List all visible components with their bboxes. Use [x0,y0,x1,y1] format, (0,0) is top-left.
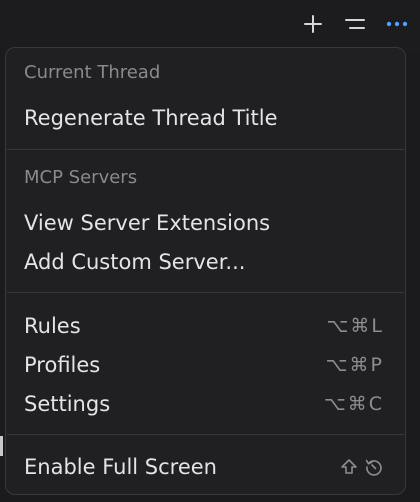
menu-item-label: View Server Extensions [24,211,271,235]
menu-item-label: Add Custom Server... [24,250,246,274]
text-cursor [0,436,3,456]
overflow-menu: Current Thread Regenerate Thread Title M… [5,47,406,495]
menu-divider [7,292,404,293]
plus-icon[interactable] [300,11,326,37]
shift-icon [341,459,357,474]
keyboard-shortcut: ⌥⌘P [325,354,384,376]
top-toolbar [0,0,420,52]
keyboard-shortcut: ⌥⌘L [326,315,384,337]
menu-divider [7,434,404,435]
restore-icon [365,459,382,476]
menu-item-label: Profiles [24,353,101,377]
keyboard-shortcut: ⌥⌘C [323,393,384,415]
more-horizontal-icon[interactable] [384,11,410,37]
menu-item-label: Enable Full Screen [24,455,217,479]
menu-item-label: Rules [24,314,81,338]
menu-item-add-custom-server[interactable]: Add Custom Server... [7,244,404,280]
list-icon[interactable] [342,11,368,37]
menu-item-enable-full-screen[interactable]: Enable Full Screen [7,449,404,485]
menu-item-settings[interactable]: Settings ⌥⌘C [7,386,404,422]
menu-item-profiles[interactable]: Profiles ⌥⌘P [7,347,404,383]
menu-item-label: Regenerate Thread Title [24,106,278,130]
menu-item-rules[interactable]: Rules ⌥⌘L [7,308,404,344]
menu-divider [7,149,404,150]
menu-item-label: Settings [24,392,111,416]
menu-item-view-server-extensions[interactable]: View Server Extensions [7,205,404,241]
section-header-current-thread: Current Thread [24,62,161,83]
section-header-mcp-servers: MCP Servers [24,167,138,188]
menu-item-regenerate-thread-title[interactable]: Regenerate Thread Title [7,100,404,136]
keyboard-shortcut [340,457,384,477]
